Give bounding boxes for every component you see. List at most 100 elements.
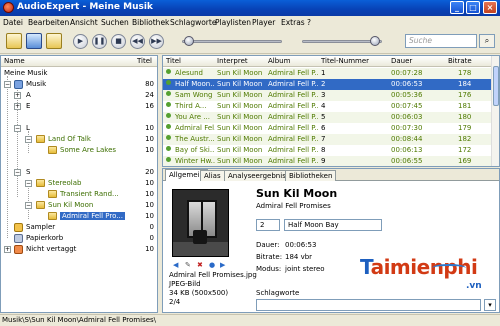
track-number: 3	[321, 91, 326, 99]
tree-item-land-of-talk[interactable]: − Land Of Talk 10	[1, 134, 157, 145]
play-status-icon	[166, 135, 171, 140]
tree-item-sampler[interactable]: Sampler 0	[1, 222, 157, 233]
column-bitrate[interactable]: Bitrate	[448, 57, 472, 65]
search-input[interactable]: Suche	[405, 34, 477, 48]
cover-delete-icon[interactable]: ✖	[197, 261, 203, 269]
table-row[interactable]: The Austr... Sun Kil Moon Admiral Fell P..…	[163, 134, 492, 145]
add-files-icon[interactable]	[6, 33, 22, 49]
table-row[interactable]: Alesund Sun Kil Moon Admiral Fell P... 1 00:…	[163, 68, 492, 79]
close-button[interactable]: ×	[483, 1, 497, 14]
table-row[interactable]: Half Moon... Sun Kil Moon Admiral Fell P..…	[163, 79, 492, 90]
table-row[interactable]: Third A... Sun Kil Moon Admiral Fell P... 4…	[163, 101, 492, 112]
tree-item-nicht-vertaggt[interactable]: + Nicht vertaggt 10	[1, 244, 157, 255]
menu-extras[interactable]: Extras	[281, 18, 305, 27]
menu-ansicht[interactable]: Ansicht	[70, 18, 98, 27]
position-slider[interactable]	[182, 40, 282, 43]
expand-icon[interactable]: +	[14, 103, 21, 110]
tab-bibliotheken[interactable]: Bibliotheken	[285, 170, 337, 181]
tab-analyseergebnis[interactable]: Analyseergebnis	[224, 170, 290, 181]
column-album[interactable]: Album	[268, 57, 290, 65]
volume-slider-handle[interactable]	[370, 36, 380, 46]
tree-header-name[interactable]: Name	[4, 57, 25, 65]
library-icon[interactable]	[26, 33, 42, 49]
track-number: 8	[321, 146, 326, 154]
tree-item-papierkorb[interactable]: Papierkorb 0	[1, 233, 157, 244]
track-artist: Sun Kil Moon	[217, 124, 263, 132]
tree-item-sun-kil-moon[interactable]: − Sun Kil Moon 10	[1, 200, 157, 211]
play-status-icon	[166, 113, 171, 118]
tree-item-some-are-lakes[interactable]: Some Are Lakes 10	[1, 145, 157, 156]
track-bitrate: 172	[458, 146, 472, 154]
collapse-icon[interactable]: −	[14, 125, 21, 132]
tree-item-s[interactable]: − S 20	[1, 167, 157, 178]
tree-header-count[interactable]: Titel	[137, 57, 152, 65]
menu-schlagworte[interactable]: Schlagworte	[170, 18, 216, 27]
tags-field[interactable]	[256, 299, 481, 311]
tree-item-stereolab[interactable]: − Stereolab 10	[1, 178, 157, 189]
scrollbar-thumb[interactable]	[493, 66, 499, 106]
menu-datei[interactable]: Datei	[3, 18, 23, 27]
table-row[interactable]: You Are ... Sun Kil Moon Admiral Fell P...…	[163, 112, 492, 123]
stop-icon[interactable]: ■	[111, 34, 126, 49]
expand-icon[interactable]: +	[14, 92, 21, 99]
maximize-button[interactable]: □	[466, 1, 480, 14]
table-row[interactable]: Admiral Fel...Sun Kil Moon Admiral Fell P…	[163, 123, 492, 134]
play-icon[interactable]: ▶	[73, 34, 88, 49]
track-artist: Sun Kil Moon	[217, 69, 263, 77]
column-track-number[interactable]: Titel-Nummer	[321, 57, 369, 65]
track-duration: 00:07:45	[391, 102, 423, 110]
tree-item-transient-random[interactable]: Transient Rand... 10	[1, 189, 157, 200]
menu-player[interactable]: Player	[252, 18, 275, 27]
position-slider-handle[interactable]	[184, 36, 194, 46]
column-artist[interactable]: Interpret	[217, 57, 248, 65]
play-status-icon	[166, 124, 171, 129]
menu-suchen[interactable]: Suchen	[101, 18, 129, 27]
mode-label: Modus:	[256, 265, 282, 273]
tree-item-musik[interactable]: − Musik 80	[1, 79, 157, 90]
cover-edit-icon[interactable]: ✎	[185, 261, 191, 269]
tree-item-e[interactable]: + E 16	[1, 101, 157, 112]
track-title-field[interactable]: Half Moon Bay	[284, 219, 382, 231]
menu-bibliothek[interactable]: Bibliothek	[132, 18, 169, 27]
track-artist: Sun Kil Moon	[217, 113, 263, 121]
cover-add-icon[interactable]: ●	[209, 261, 215, 269]
menu-help[interactable]: ?	[307, 18, 311, 27]
column-title[interactable]: Titel	[166, 57, 181, 65]
minimize-button[interactable]: _	[450, 1, 464, 14]
watermark-suffix: .vn	[466, 281, 482, 291]
tree-item-root[interactable]: Meine Musik	[1, 68, 157, 79]
track-artist: Sun Kil Moon	[217, 91, 263, 99]
tab-alias[interactable]: Alias	[200, 170, 225, 181]
table-row[interactable]: Bay of Ski... Sun Kil Moon Admiral Fell P.…	[163, 145, 492, 156]
collapse-icon[interactable]: −	[14, 169, 21, 176]
column-duration[interactable]: Dauer	[391, 57, 412, 65]
menu-bearbeiten[interactable]: Bearbeiten	[28, 18, 69, 27]
search-icon[interactable]: ⌕	[479, 34, 495, 48]
album-cover[interactable]	[172, 189, 229, 257]
refresh-icon[interactable]	[46, 33, 62, 49]
tags-dropdown-icon[interactable]: ▾	[484, 299, 496, 311]
collapse-icon[interactable]: −	[25, 136, 32, 143]
tree-item-admiral-fell-promises[interactable]: Admiral Fell Pro... 10	[1, 211, 157, 222]
table-row[interactable]: Winter Hw... Sun Kil Moon Admiral Fell P..…	[163, 156, 492, 166]
collapse-icon[interactable]: −	[25, 180, 32, 187]
tree-item-l[interactable]: − L 10	[1, 123, 157, 134]
artist-folder-icon	[36, 135, 45, 143]
pause-icon[interactable]: ❚❚	[92, 34, 107, 49]
next-icon[interactable]: ▶▶	[149, 34, 164, 49]
previous-icon[interactable]: ◀◀	[130, 34, 145, 49]
collapse-icon[interactable]: −	[4, 81, 11, 88]
track-scrollbar[interactable]	[491, 56, 499, 166]
track-number-field[interactable]: 2	[256, 219, 280, 231]
cover-previous-icon[interactable]: ◀	[173, 261, 178, 269]
status-path: Musik\S\Sun Kil Moon\Admiral Fell Promis…	[2, 316, 157, 324]
cover-next-icon[interactable]: ▶	[220, 261, 225, 269]
watermark-swoosh	[432, 264, 466, 272]
collapse-icon[interactable]: −	[25, 202, 32, 209]
duration-value: 00:06:53	[285, 241, 317, 249]
tree-item-a[interactable]: + A 24	[1, 90, 157, 101]
table-row[interactable]: Sam Wong ...Sun Kil Moon Admiral Fell P..…	[163, 90, 492, 101]
menu-playlisten[interactable]: Playlisten	[215, 18, 251, 27]
expand-icon[interactable]: +	[4, 246, 11, 253]
duration-label: Dauer:	[256, 241, 280, 249]
